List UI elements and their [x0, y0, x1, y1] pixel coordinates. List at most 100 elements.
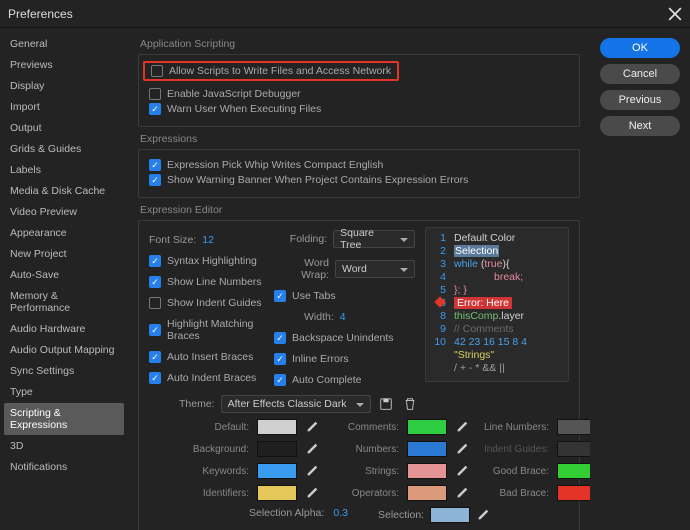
checkbox-inline-errors[interactable] [274, 353, 286, 365]
label-indent-guides: Show Indent Guides [167, 297, 262, 309]
sidebar-item[interactable]: Previews [4, 55, 124, 75]
sidebar-item[interactable]: 3D [4, 436, 124, 456]
color-swatch[interactable] [257, 463, 297, 479]
color-swatch[interactable] [257, 485, 297, 501]
sidebar-item[interactable]: Grids & Guides [4, 139, 124, 159]
color-swatch[interactable] [557, 419, 590, 435]
section-expressions: Expression Pick Whip Writes Compact Engl… [138, 149, 580, 198]
sidebar-item[interactable]: Scripting & Expressions [4, 403, 124, 435]
dropdown-wrap[interactable]: Word [335, 260, 415, 278]
code-preview: 1234568910 Default Color Selection while… [425, 227, 569, 382]
sidebar: GeneralPreviewsDisplayImportOutputGrids … [0, 28, 128, 530]
sidebar-item[interactable]: Type [4, 382, 124, 402]
sidebar-item[interactable]: Import [4, 97, 124, 117]
swatch-label: Numbers: [329, 444, 399, 455]
section-title-expressions: Expressions [140, 133, 580, 145]
checkbox-allow-write[interactable] [151, 65, 163, 77]
checkbox-auto-insert[interactable] [149, 351, 161, 363]
label-wrap: Word Wrap: [274, 257, 329, 281]
checkbox-backspace[interactable] [274, 332, 286, 344]
label-allow-write: Allow Scripts to Write Files and Access … [169, 65, 391, 77]
cancel-button[interactable]: Cancel [600, 64, 680, 84]
eyedropper-icon[interactable] [305, 442, 319, 456]
sidebar-item[interactable]: Auto-Save [4, 265, 124, 285]
checkbox-use-tabs[interactable] [274, 290, 286, 302]
label-font-size: Font Size: [149, 234, 196, 246]
checkbox-auto-complete[interactable] [274, 374, 286, 386]
dropdown-folding[interactable]: Square Tree [333, 230, 415, 248]
sidebar-item[interactable]: Audio Output Mapping [4, 340, 124, 360]
color-swatch[interactable] [557, 441, 590, 457]
previous-button[interactable]: Previous [600, 90, 680, 110]
color-swatch[interactable] [407, 419, 447, 435]
checkbox-syntax-highlight[interactable] [149, 255, 161, 267]
section-app-scripting: Allow Scripts to Write Files and Access … [138, 54, 580, 127]
swatch-label: Background: [179, 444, 249, 455]
dialog-buttons: OK Cancel Previous Next [590, 28, 690, 530]
dropdown-theme[interactable]: After Effects Classic Dark [221, 395, 371, 413]
color-swatch[interactable] [557, 463, 590, 479]
eyedropper-icon[interactable] [305, 464, 319, 478]
sidebar-item[interactable]: Notifications [4, 457, 124, 477]
eyedropper-icon[interactable] [455, 486, 469, 500]
code-line: Selection [454, 245, 499, 257]
sidebar-item[interactable]: General [4, 34, 124, 54]
label-warn-banner: Show Warning Banner When Project Contain… [167, 174, 468, 186]
code-error: Error: Here [454, 297, 512, 309]
value-font-size[interactable]: 12 [202, 234, 214, 246]
trash-icon[interactable] [401, 395, 419, 413]
checkbox-warn-banner[interactable] [149, 174, 161, 186]
checkbox-indent-guides[interactable] [149, 297, 161, 309]
color-swatch[interactable] [557, 485, 590, 501]
label-enable-debugger: Enable JavaScript Debugger [167, 88, 301, 100]
label-theme: Theme: [179, 398, 215, 410]
close-icon[interactable] [668, 7, 682, 21]
sidebar-item[interactable]: Audio Hardware [4, 319, 124, 339]
color-swatch[interactable] [257, 441, 297, 457]
eyedropper-icon[interactable] [305, 486, 319, 500]
sidebar-item[interactable]: Labels [4, 160, 124, 180]
value-selection-alpha[interactable]: 0.3 [333, 507, 348, 519]
checkbox-line-numbers[interactable] [149, 276, 161, 288]
label-selection-swatch: Selection: [378, 509, 424, 521]
sidebar-item[interactable]: Output [4, 118, 124, 138]
section-editor: Font Size: 12 Syntax Highlighting Show L… [138, 220, 580, 530]
eyedropper-icon[interactable] [455, 420, 469, 434]
color-swatch[interactable] [257, 419, 297, 435]
sidebar-item[interactable]: Video Preview [4, 202, 124, 222]
checkbox-auto-indent[interactable] [149, 372, 161, 384]
section-title-app-scripting: Application Scripting [140, 38, 580, 50]
color-swatch[interactable] [407, 463, 447, 479]
next-button[interactable]: Next [600, 116, 680, 136]
checkbox-enable-debugger[interactable] [149, 88, 161, 100]
sidebar-item[interactable]: Display [4, 76, 124, 96]
eyedropper-icon[interactable] [455, 442, 469, 456]
checkbox-highlight-braces[interactable] [149, 324, 161, 336]
label-line-numbers: Show Line Numbers [167, 276, 262, 288]
ok-button[interactable]: OK [600, 38, 680, 58]
sidebar-item[interactable]: Sync Settings [4, 361, 124, 381]
swatch-label: Strings: [329, 466, 399, 477]
checkbox-pick-whip[interactable] [149, 159, 161, 171]
swatch-label: Indent Guides: [479, 444, 549, 455]
sidebar-item[interactable]: Media & Disk Cache [4, 181, 124, 201]
save-preset-icon[interactable] [377, 395, 395, 413]
titlebar: Preferences [0, 0, 690, 28]
color-swatch[interactable] [407, 485, 447, 501]
color-swatch[interactable] [407, 441, 447, 457]
swatch-selection[interactable] [430, 507, 470, 523]
eyedropper-icon[interactable] [476, 508, 490, 522]
value-width[interactable]: 4 [340, 311, 346, 323]
sidebar-item[interactable]: Memory & Performance [4, 286, 124, 318]
highlighted-option: Allow Scripts to Write Files and Access … [143, 61, 399, 81]
label-auto-complete: Auto Complete [292, 374, 361, 386]
eyedropper-icon[interactable] [305, 420, 319, 434]
eyedropper-icon[interactable] [455, 464, 469, 478]
label-warn-exec: Warn User When Executing Files [167, 103, 321, 115]
sidebar-item[interactable]: New Project [4, 244, 124, 264]
sidebar-item[interactable]: Appearance [4, 223, 124, 243]
label-backspace: Backspace Unindents [292, 332, 394, 344]
swatch-label: Line Numbers: [479, 422, 549, 433]
label-folding: Folding: [274, 233, 327, 245]
checkbox-warn-exec[interactable] [149, 103, 161, 115]
